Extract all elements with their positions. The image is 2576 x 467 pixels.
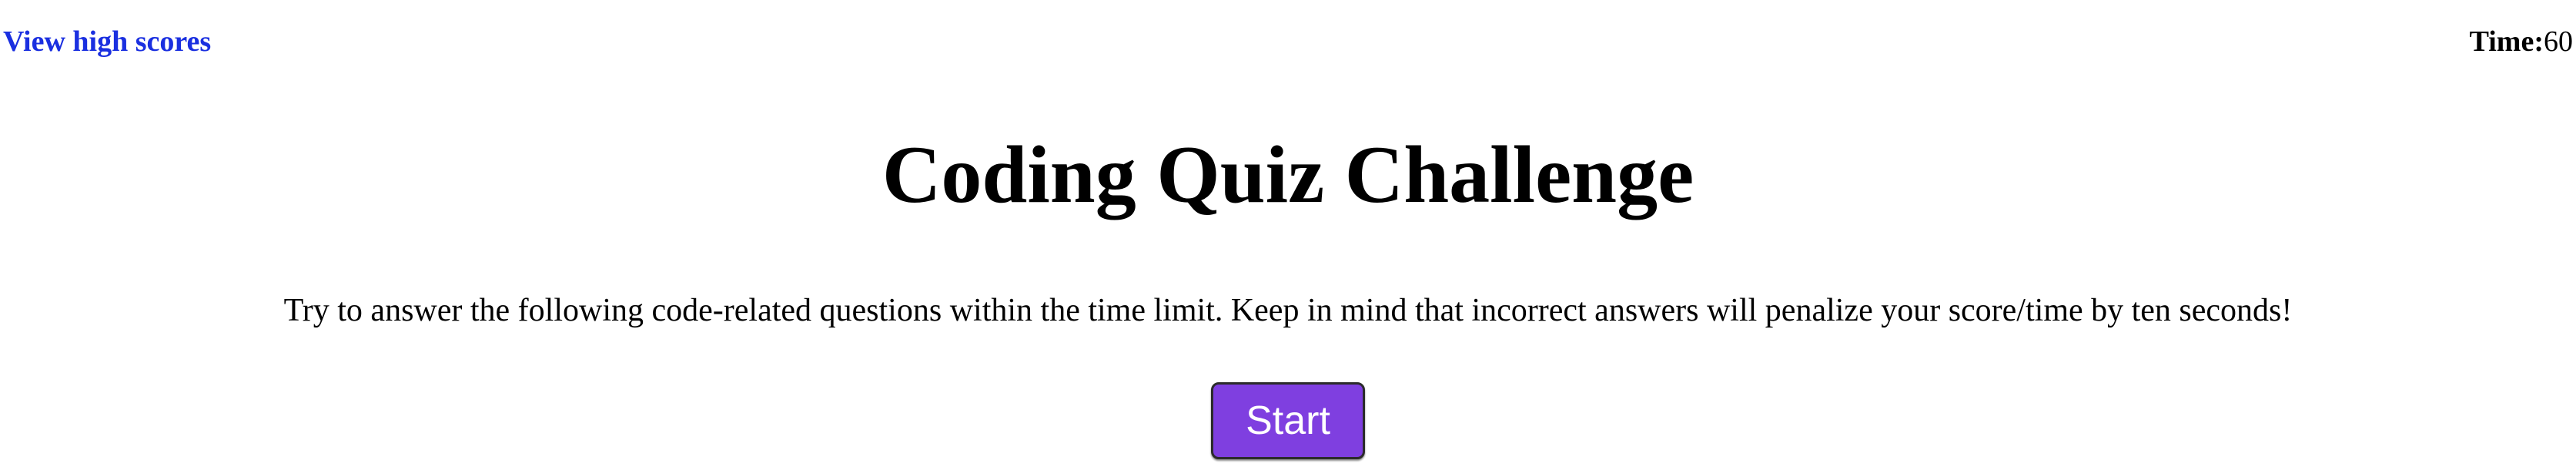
page-title: Coding Quiz Challenge: [882, 129, 1694, 220]
quiz-page: View high scores Time:60 Coding Quiz Cha…: [0, 0, 2576, 467]
timer-value: 60: [2544, 25, 2573, 58]
start-button-container: Start: [0, 382, 2576, 459]
view-high-scores-link[interactable]: View high scores: [3, 27, 211, 56]
timer: Time:60: [2470, 27, 2573, 56]
top-bar: View high scores Time:60: [0, 0, 2576, 83]
quiz-description: Try to answer the following code-related…: [283, 293, 2293, 328]
timer-label: Time:: [2469, 25, 2544, 58]
start-button[interactable]: Start: [1211, 382, 1365, 459]
